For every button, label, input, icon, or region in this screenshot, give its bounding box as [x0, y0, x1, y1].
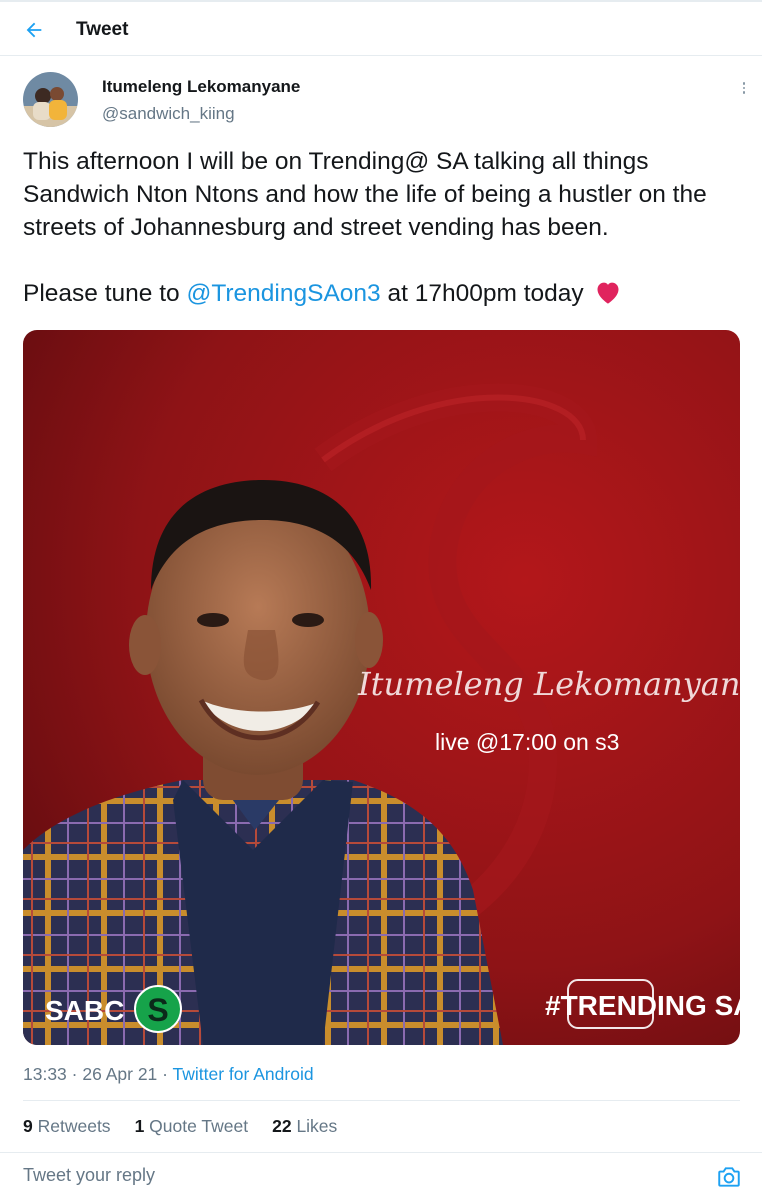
quotes-count: 1: [134, 1116, 145, 1136]
divider: [23, 1100, 740, 1101]
image-subtitle-text: live @17:00 on s3: [435, 729, 619, 755]
quotes-label: Quote Tweet: [149, 1116, 249, 1136]
tweet-text-line: Please tune to @TrendingSAon3 at 17h00pm…: [23, 277, 738, 314]
reply-input[interactable]: Tweet your reply: [23, 1165, 155, 1186]
more-options-icon[interactable]: [734, 78, 754, 98]
tweet-text-segment: Please tune to: [23, 280, 187, 307]
page-title: Tweet: [76, 19, 129, 40]
likes-stat[interactable]: 22 Likes: [272, 1116, 337, 1137]
svg-text:S: S: [147, 992, 168, 1028]
tweet-source-link[interactable]: Twitter for Android: [173, 1064, 314, 1084]
tweet-stats: 9 Retweets 1 Quote Tweet 22 Likes: [23, 1116, 337, 1137]
back-arrow-icon[interactable]: [20, 16, 48, 44]
s3-logo-icon: S: [134, 985, 182, 1033]
reply-bar: Tweet your reply: [0, 1152, 762, 1200]
tweet-meta: 13:33 · 26 Apr 21 · Twitter for Android: [23, 1064, 314, 1085]
meta-separator: ·: [157, 1064, 173, 1084]
top-bar: Tweet: [0, 0, 762, 56]
trending-sa-logo-text: #TRENDING SA: [545, 990, 740, 1021]
likes-label: Likes: [296, 1116, 338, 1136]
retweets-label: Retweets: [37, 1116, 111, 1136]
tweet-text-segment: at 17h00pm today: [380, 280, 584, 307]
image-signature-text: Itumeleng Lekomanyane: [357, 665, 740, 703]
retweets-stat[interactable]: 9 Retweets: [23, 1116, 111, 1137]
avatar[interactable]: [23, 72, 78, 127]
tweet-time[interactable]: 13:33: [23, 1064, 67, 1084]
sabc-logo-text: SABC: [45, 995, 124, 1026]
likes-count: 22: [272, 1116, 292, 1136]
author-handle[interactable]: @sandwich_kiing: [102, 104, 235, 124]
red-heart-icon: [594, 279, 622, 314]
tweet-date[interactable]: 26 Apr 21: [82, 1064, 157, 1084]
tweet-text: This afternoon I will be on Trending@ SA…: [23, 148, 707, 241]
mention-link[interactable]: @TrendingSAon3: [186, 280, 380, 307]
camera-icon[interactable]: [716, 1164, 742, 1190]
retweets-count: 9: [23, 1116, 33, 1136]
author-name[interactable]: Itumeleng Lekomanyane: [102, 77, 300, 97]
quote-tweets-stat[interactable]: 1 Quote Tweet: [135, 1116, 249, 1137]
tweet-image[interactable]: Itumeleng Lekomanyane live @17:00 on s3 …: [23, 330, 740, 1045]
meta-separator: ·: [66, 1064, 83, 1084]
